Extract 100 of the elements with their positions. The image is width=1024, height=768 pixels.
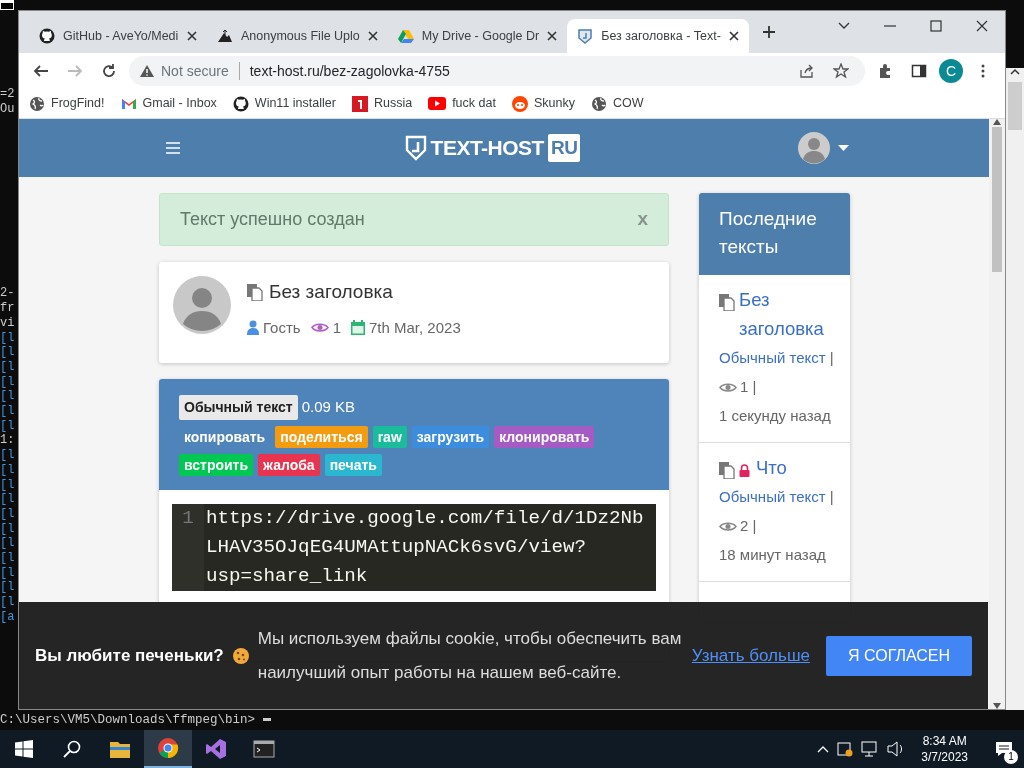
alert-message: Текст успешно создан [180,208,365,231]
taskbar-clock[interactable]: 8:34 AM 3/7/2023 [913,733,976,765]
browser-tab[interactable]: GitHub - AveYo/Medi [29,19,207,53]
console-text: fr [0,301,15,316]
close-icon[interactable] [367,31,378,41]
console-text: [l [0,492,15,507]
console-text: Ou [0,101,15,117]
accept-button[interactable]: Я СОГЛАСЕН [826,635,972,676]
action-button[interactable]: жалоба [258,454,320,476]
scrollbar-thumb[interactable] [1008,82,1022,130]
taskbar-app[interactable] [144,730,192,768]
close-icon[interactable] [187,31,197,41]
browser-tab[interactable]: My Drive - Google Dr [387,19,568,53]
eye-icon [719,521,737,532]
eye-icon [719,382,737,393]
cookie-heading: Вы любите печеньки? [35,644,224,667]
browser-tab[interactable]: Без заголовка - Text- [567,19,749,53]
extensions-icon [877,63,893,79]
site-logo-text: TEXT-HOST [430,135,544,162]
bookmark-link[interactable]: Gmail - Inbox [120,94,217,113]
close-icon[interactable] [728,31,739,41]
scroll-up-icon[interactable] [1010,68,1020,76]
eye-icon [310,322,329,334]
file-size: 0.09 KB [301,397,355,418]
forward-icon [67,63,83,79]
bookmark-link[interactable]: Win11 installer [232,94,336,113]
bookmark-link[interactable]: fuck dat [428,94,496,113]
document-icon [719,294,735,311]
github-cat-icon [39,28,55,44]
console-text: [l [0,595,15,610]
github-cat-icon [232,95,249,112]
back-icon [33,63,49,79]
time-ago: 18 минут назад [719,545,826,565]
chevron-up-icon[interactable] [817,745,830,753]
scrollbar-thumb[interactable] [992,127,1002,272]
console-text: 2- [0,286,15,302]
console-text: [l [0,345,15,360]
console-window-icon [0,0,14,10]
line-number: 1 [172,504,204,591]
bookmark-link[interactable]: Russia [351,94,413,113]
action-button[interactable]: клонировать [494,426,595,448]
close-icon[interactable] [547,31,558,41]
bookmark-link[interactable]: COW [590,94,644,113]
shield-logo-icon [404,135,427,161]
user-icon [247,320,259,336]
site-logo-badge: RU [547,133,581,163]
shield-icon [577,28,594,44]
security-icon[interactable] [837,741,854,757]
console-text: [l [0,418,15,434]
console-text: vi [0,315,15,331]
bookmark-link[interactable]: Skunky [511,94,575,113]
notification-button[interactable]: 1 [984,730,1024,768]
console-text: [l [0,506,15,522]
close-icon [975,19,989,33]
action-button[interactable]: загрузить [411,426,490,448]
console-text: [l [0,462,15,478]
network-icon[interactable] [861,741,880,757]
view-count: 1 [740,378,749,395]
text-cursor [263,718,272,722]
document-icon [247,283,263,301]
share-icon [799,63,815,79]
bookmark-star-icon [833,63,849,79]
view-count: 2 [740,517,749,534]
console-text: [l [0,580,15,596]
syntax-label: Обычный текст [179,395,298,420]
notification-count: 1 [1004,750,1018,764]
learn-more-link[interactable]: Узнать больше [691,638,810,673]
avatar-icon [173,276,231,334]
view-count: 1 [332,317,341,338]
console-text: [l [0,536,15,552]
console-text: [l [0,374,15,390]
reload-icon [101,63,117,79]
side-panel-icon [911,63,927,79]
separator-text: | [829,349,834,366]
cookie-message: Мы используем файлы cookie, чтобы обеспечить вам наилучший опыт работы на нашем веб-сайте. [257,627,683,684]
infinity-ribbon-icon [205,738,227,760]
page-scrollbar[interactable] [989,119,1005,709]
maximize-icon [929,19,943,33]
console-text: [l [0,448,15,463]
scroll-down-icon[interactable] [993,703,1001,709]
console-text: 1: [0,433,15,449]
console-text: =2 [0,87,15,102]
document-icon [719,462,735,479]
address-bar[interactable]: Not secure text-host.ru/bez-zagolovka-4755 [129,56,865,86]
profile-button[interactable]: C [939,59,963,83]
syntax-link[interactable]: Обычный текст [719,488,826,505]
recent-text-link[interactable]: Что [756,453,787,482]
author-name: Гость [263,317,301,338]
separator-text: | [752,378,757,395]
browser-tab[interactable]: Anonymous File Uplo [207,19,388,53]
separator-text: | [829,488,834,505]
caret-icon [838,145,849,151]
bookmark-link[interactable]: FrogFind! [29,94,105,113]
user-menu-button[interactable] [798,132,849,164]
console-text: [l [0,551,15,566]
recent-text-link[interactable]: Без заголовка [739,285,836,343]
syntax-link[interactable]: Обычный текст [719,349,826,366]
console-scrollbar[interactable] [1006,68,1024,710]
chrome-logo-icon [157,737,179,759]
console-text: [l [0,477,15,493]
